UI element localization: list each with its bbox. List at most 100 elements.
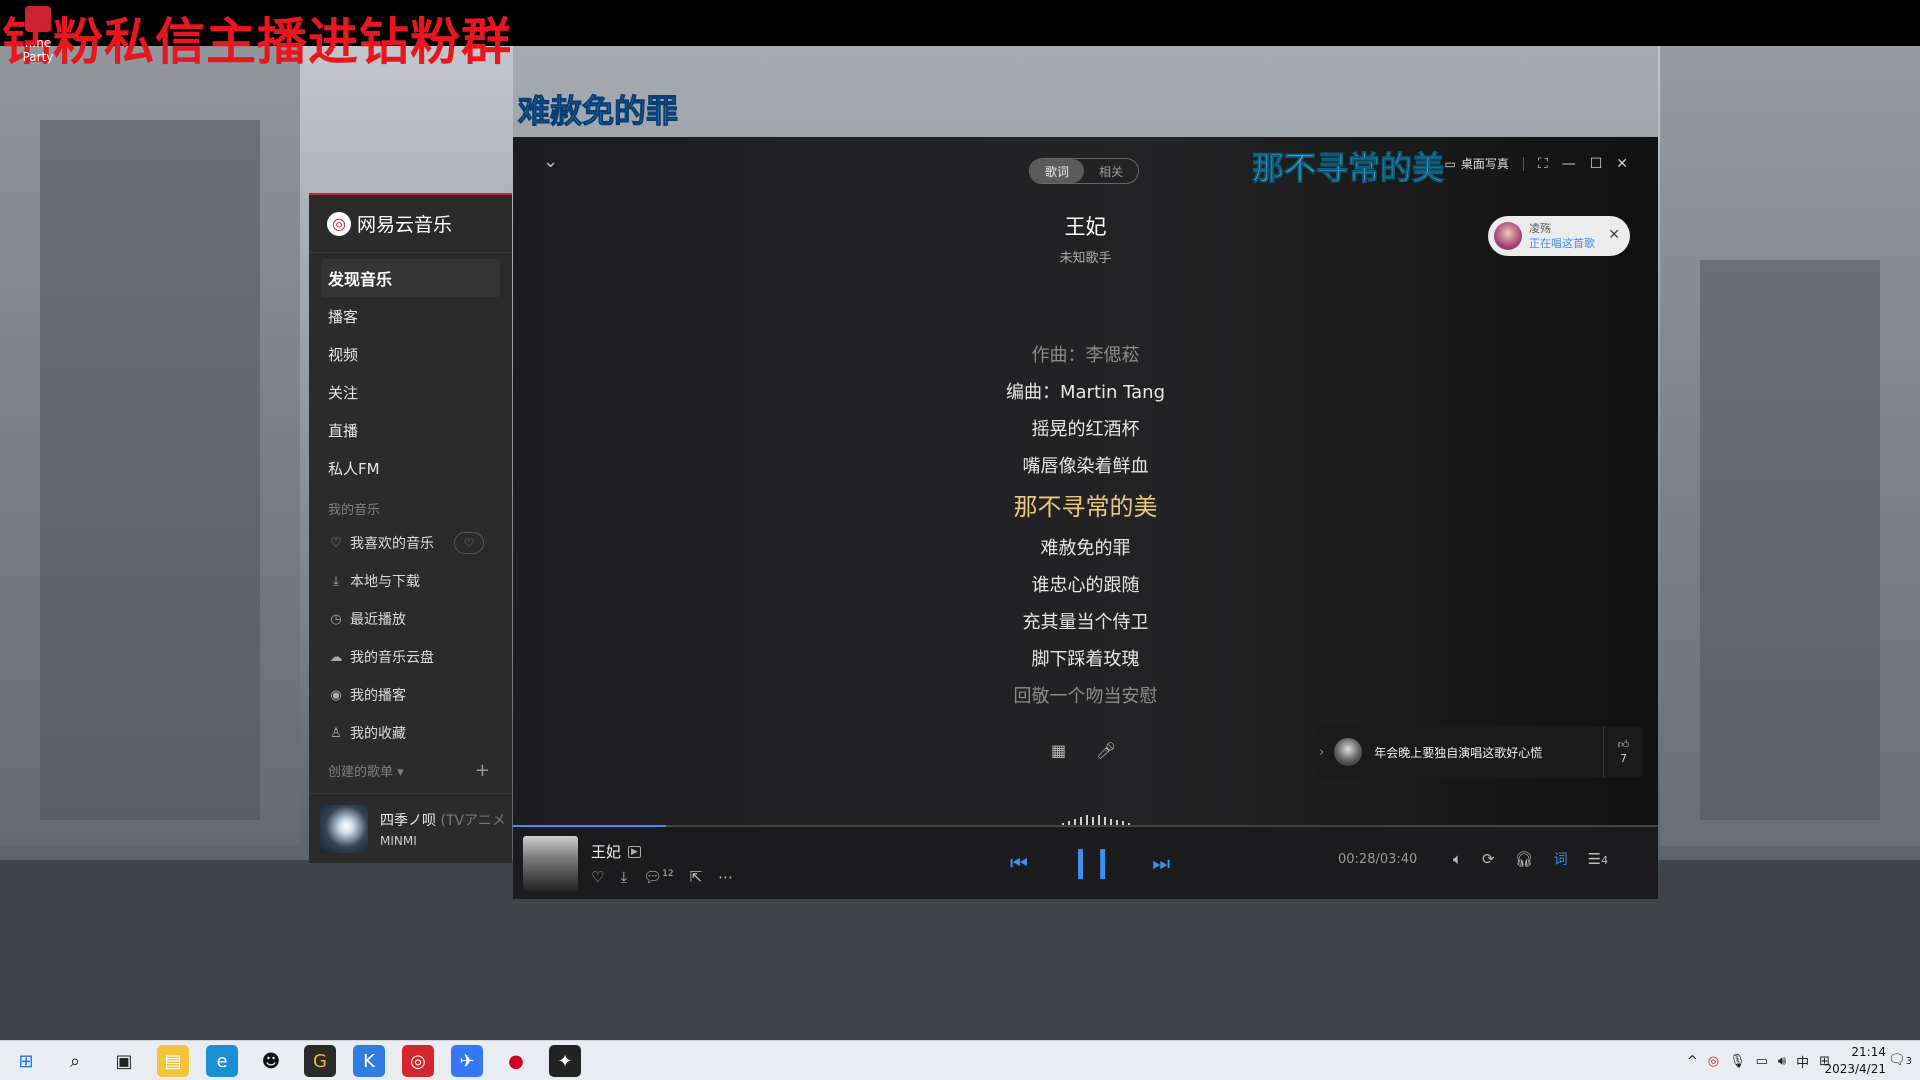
tab-lyrics[interactable]: 歌词: [1030, 159, 1084, 183]
obs-app-icon[interactable]: ●: [500, 1045, 532, 1077]
like-heart-icon[interactable]: ♡: [591, 868, 604, 886]
netease-music-icon[interactable]: ◎: [402, 1045, 434, 1077]
lyric-line[interactable]: 脚下踩着玫瑰: [513, 641, 1658, 678]
song-actions: ♡ ⤓ 💬︎12 ⇱ ⋯: [591, 868, 733, 886]
clock-date: 2023/4/21: [1824, 1062, 1886, 1076]
lyric-line[interactable]: 回敬一个吻当安慰: [513, 678, 1658, 715]
mini-song-title: 四季ノ呗 (TVアニメ: [380, 812, 506, 829]
brand-logo[interactable]: ◎ 网易云音乐: [309, 195, 512, 253]
microphone-icon[interactable]: 🎤︎: [1096, 741, 1116, 760]
comment-icon[interactable]: 💬︎12: [643, 868, 674, 886]
lyric-line[interactable]: 摇晃的红酒杯: [513, 411, 1658, 448]
comment-text: 年会晚上要独自演唱这歌好心慌: [1374, 745, 1543, 760]
game-app-icon[interactable]: G: [304, 1045, 336, 1077]
nav-private-fm[interactable]: 私人FM: [309, 449, 512, 487]
lyrics-list: 作曲：李偲菘 编曲：Martin Tang 摇晃的红酒杯 嘴唇像染着鲜血 那不寻常的美难…: [513, 337, 1658, 715]
next-icon[interactable]: ⏭: [1152, 851, 1170, 875]
clock-icon: ◷: [330, 611, 342, 627]
feishu-icon[interactable]: ✈: [451, 1045, 483, 1077]
system-tray: ^ ◎ 🎙︎ ▭ 🔊︎ 中 ⊞: [1687, 1052, 1830, 1071]
task-view-icon[interactable]: ▣: [108, 1045, 140, 1077]
tab-related[interactable]: 相关: [1084, 159, 1138, 183]
ime-indicator[interactable]: 中: [1796, 1052, 1809, 1071]
live-app-icon[interactable]: ✦: [549, 1045, 581, 1077]
lyric-line[interactable]: 编曲：Martin Tang: [513, 374, 1658, 411]
thumbs-up-icon: 👍︎: [1617, 738, 1630, 751]
close-card-icon[interactable]: ✕: [1608, 227, 1620, 243]
playlist-button[interactable]: ☰4: [1588, 850, 1608, 868]
my-podcast[interactable]: ◉ 我的播客: [309, 676, 512, 714]
comment-like-button[interactable]: 👍︎ 7: [1603, 726, 1643, 778]
qq-icon[interactable]: ☻: [255, 1045, 287, 1077]
notification-icon[interactable]: 🗨︎3: [1888, 1052, 1912, 1068]
minimize-icon[interactable]: —: [1562, 156, 1576, 172]
loop-mode-icon[interactable]: ⟳: [1482, 850, 1495, 868]
mini-player[interactable]: 四季ノ呗 (TVアニメ MINMI: [309, 793, 512, 863]
listen-together-icon[interactable]: 🎧︎: [1515, 850, 1534, 868]
lyric-line[interactable]: 谁忠心的跟随: [513, 567, 1658, 604]
desktop-shortcut[interactable]: ...ne Party: [14, 6, 62, 76]
mini-cover-art: [320, 804, 368, 853]
lyric-line[interactable]: 充其量当个侍卫: [513, 604, 1658, 641]
heartbeat-mode-button[interactable]: ♡: [454, 532, 484, 554]
clock[interactable]: 21:14 2023/4/21: [1824, 1044, 1886, 1078]
nav-podcast[interactable]: 播客: [309, 297, 512, 335]
add-playlist-icon[interactable]: +: [475, 760, 490, 781]
mini-artist: MINMI: [380, 833, 417, 848]
my-collection-label: 我的收藏: [350, 726, 406, 742]
lyric-toggle-button[interactable]: 词: [1554, 849, 1568, 869]
current-lyric-line[interactable]: 那不寻常的美: [513, 485, 1658, 530]
podcast-icon: ◉: [330, 687, 342, 703]
file-explorer-icon[interactable]: ▤: [157, 1045, 189, 1077]
taskbar: ⊞ ⌕ ▣ ▤ e ☻ G K ◎ ✈ ● ✦ ^ ◎ 🎙︎ ▭ 🔊︎ 中 ⊞ …: [0, 1040, 1920, 1080]
volume-icon[interactable]: 🔈︎: [1453, 850, 1462, 868]
share-icon[interactable]: ⇱: [690, 868, 703, 886]
kugou-icon[interactable]: K: [353, 1045, 385, 1077]
music-cloud[interactable]: ☁ 我的音乐云盘: [309, 638, 512, 676]
maximize-icon[interactable]: ☐: [1590, 156, 1603, 172]
music-cloud-label: 我的音乐云盘: [350, 650, 434, 666]
song-artist[interactable]: 未知歌手: [513, 247, 1658, 266]
tray-volume-icon[interactable]: 🔊︎: [1778, 1054, 1786, 1069]
pause-icon[interactable]: ❙❙: [1068, 845, 1115, 880]
my-liked-music[interactable]: ♡ 我喜欢的音乐 ♡: [309, 524, 512, 562]
nav-video[interactable]: 视频: [309, 335, 512, 373]
created-playlists-header[interactable]: 创建的歌单 ▾ +: [309, 752, 512, 781]
download-icon: ⤓: [333, 573, 339, 589]
windows-start-icon[interactable]: ⊞: [10, 1045, 42, 1077]
desktop-photo-button[interactable]: ▭ 桌面写真: [1445, 155, 1509, 172]
search-icon[interactable]: ⌕: [59, 1045, 91, 1077]
heart-icon: ♡: [330, 535, 342, 551]
lyric-line[interactable]: 难赦免的罪: [513, 530, 1658, 567]
mv-icon[interactable]: ▶: [628, 845, 641, 858]
listening-user-card[interactable]: 凌殇 正在唱这首歌 ✕: [1488, 216, 1630, 256]
fullscreen-icon[interactable]: ⛶: [1538, 156, 1548, 172]
hot-comment-bar[interactable]: › 年会晚上要独自演唱这歌好心慌 👍︎ 7: [1313, 726, 1643, 778]
close-icon[interactable]: ✕: [1616, 156, 1628, 172]
netease-logo-icon: ◎: [327, 211, 351, 236]
tray-network-icon[interactable]: ▭: [1756, 1054, 1768, 1069]
lyric-line[interactable]: 嘴唇像染着鲜血: [513, 448, 1658, 485]
local-download[interactable]: ⤓ 本地与下载: [309, 562, 512, 600]
nav-live[interactable]: 直播: [309, 411, 512, 449]
edge-icon[interactable]: e: [206, 1045, 238, 1077]
recent-play[interactable]: ◷ 最近播放: [309, 600, 512, 638]
collapse-chevron-icon[interactable]: ⌄: [543, 151, 558, 172]
party-app-icon: [25, 6, 51, 32]
tray-mic-icon[interactable]: 🎙︎: [1729, 1054, 1746, 1069]
divider: [1522, 156, 1524, 171]
film-icon[interactable]: ▦: [1051, 741, 1066, 760]
tray-expand-icon[interactable]: ^: [1687, 1054, 1698, 1069]
my-collection[interactable]: ♙ 我的收藏: [309, 714, 512, 752]
download-icon[interactable]: ⤓: [620, 868, 627, 886]
tray-netease-icon[interactable]: ◎: [1708, 1054, 1719, 1069]
cloud-icon: ☁: [329, 649, 343, 665]
nav-follow[interactable]: 关注: [309, 373, 512, 411]
lyric-line[interactable]: 作曲：李偲菘: [513, 337, 1658, 374]
clock-time: 21:14: [1851, 1045, 1886, 1059]
my-podcast-label: 我的播客: [350, 688, 406, 704]
more-icon[interactable]: ⋯: [718, 868, 733, 886]
album-cover[interactable]: [523, 836, 578, 891]
previous-icon[interactable]: ⏮: [1010, 851, 1028, 875]
nav-discover[interactable]: 发现音乐: [321, 259, 500, 297]
